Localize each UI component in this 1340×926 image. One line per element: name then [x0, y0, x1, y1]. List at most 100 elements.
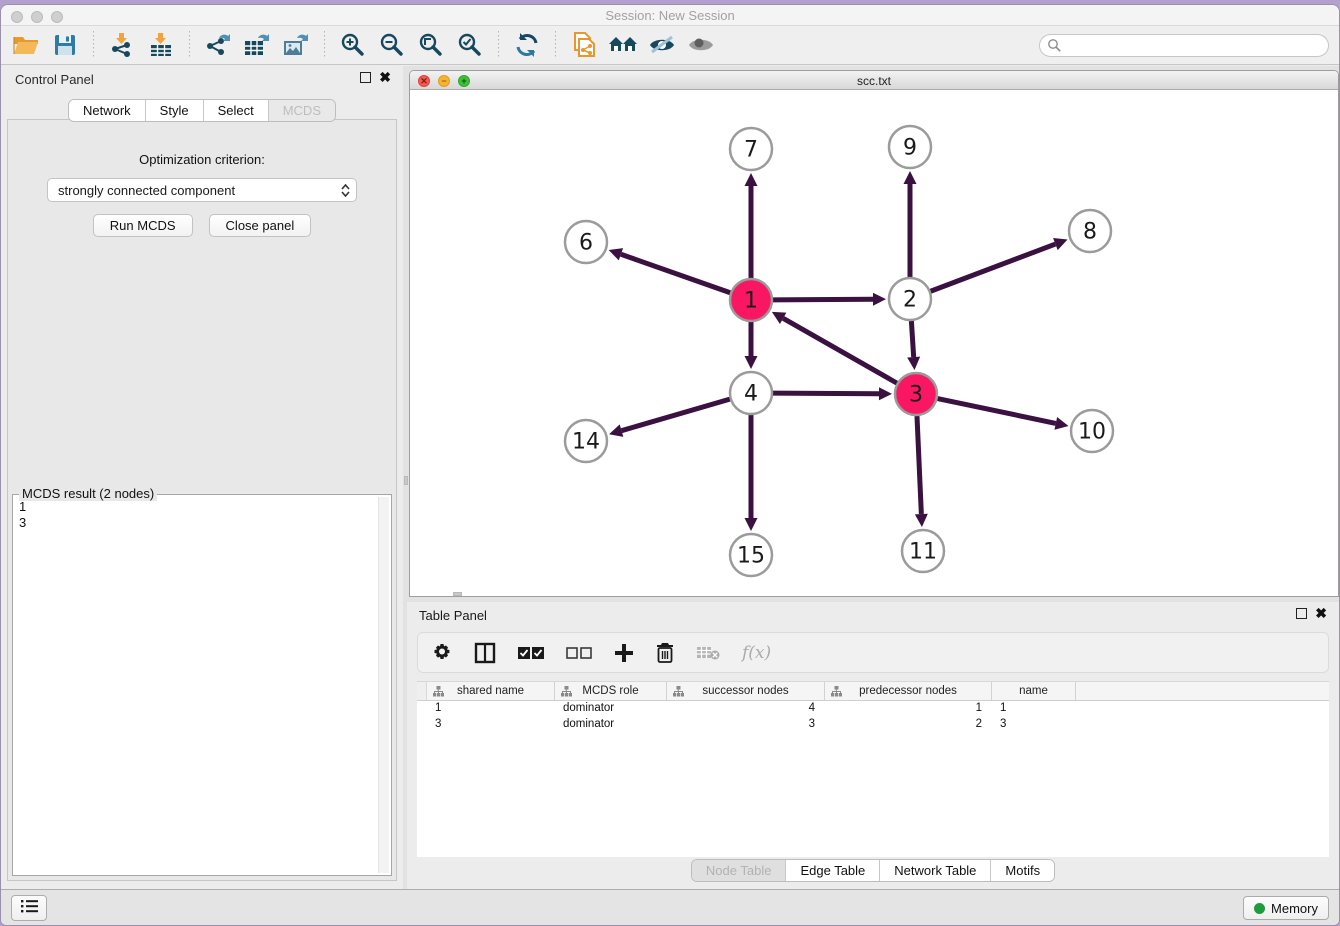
- hide-selected-icon[interactable]: [647, 31, 677, 59]
- search-input[interactable]: [1039, 34, 1329, 57]
- edge-1-4[interactable]: [745, 322, 758, 369]
- column-header-successor-nodes[interactable]: successor nodes: [667, 682, 825, 700]
- arrowhead-icon: [904, 171, 917, 184]
- show-columns-icon[interactable]: [474, 642, 496, 664]
- deselect-all-icon[interactable]: [566, 646, 592, 660]
- zoom-fit-icon[interactable]: [416, 31, 446, 59]
- graph-node-8[interactable]: 8: [1069, 210, 1111, 252]
- criterion-select[interactable]: strongly connected component: [47, 178, 357, 202]
- float-panel-icon[interactable]: [360, 72, 371, 83]
- table-cell-predecessor-nodes[interactable]: 2: [825, 717, 992, 733]
- graph-node-7[interactable]: 7: [730, 128, 772, 170]
- export-table-icon[interactable]: [242, 31, 272, 59]
- column-header-name[interactable]: name: [992, 682, 1076, 700]
- splitter-handle[interactable]: [404, 476, 408, 485]
- network-title: scc.txt: [410, 74, 1338, 88]
- mcds-result-list[interactable]: 1 3: [15, 497, 377, 873]
- edge-4-3[interactable]: [773, 387, 892, 400]
- graph-node-9[interactable]: 9: [889, 126, 931, 168]
- table-tab-motifs[interactable]: Motifs: [991, 860, 1054, 881]
- edge-2-3[interactable]: [907, 321, 920, 370]
- clone-network-icon[interactable]: [569, 31, 599, 59]
- table-tab-node-table[interactable]: Node Table: [692, 860, 787, 881]
- delete-rows-icon[interactable]: [656, 642, 674, 663]
- table-row-gutter: [417, 682, 427, 700]
- show-all-icon[interactable]: [686, 31, 716, 59]
- graph-node-2[interactable]: 2: [889, 278, 931, 320]
- edge-1-2[interactable]: [773, 293, 886, 306]
- apply-layout-icon[interactable]: [512, 31, 542, 59]
- table-tab-network-table[interactable]: Network Table: [880, 860, 991, 881]
- table-cell-mcds-role[interactable]: dominator: [555, 701, 667, 717]
- edge-3-1[interactable]: [772, 312, 897, 383]
- select-all-icon[interactable]: [518, 646, 544, 660]
- column-header-shared-name[interactable]: shared name: [427, 682, 555, 700]
- status-bar: Memory: [1, 889, 1339, 925]
- table-cell-mcds-role[interactable]: dominator: [555, 717, 667, 733]
- graph-node-1[interactable]: 1: [730, 279, 772, 321]
- tab-network[interactable]: Network: [69, 100, 146, 121]
- zoom-in-icon[interactable]: [338, 31, 368, 59]
- edge-3-10[interactable]: [938, 399, 1069, 430]
- table-row[interactable]: 3dominator323: [417, 717, 1329, 733]
- save-session-icon[interactable]: [50, 31, 80, 59]
- graph-node-4[interactable]: 4: [730, 372, 772, 414]
- column-header-mcds-role[interactable]: MCDS role: [555, 682, 667, 700]
- table-cell-predecessor-nodes[interactable]: 1: [825, 701, 992, 717]
- graph-node-3[interactable]: 3: [895, 373, 937, 415]
- svg-text:1: 1: [744, 289, 758, 314]
- task-history-button[interactable]: [11, 895, 47, 921]
- export-image-icon[interactable]: [281, 31, 311, 59]
- edge-1-7[interactable]: [745, 173, 758, 278]
- table-cell-shared-name[interactable]: 3: [427, 717, 555, 733]
- edge-2-8[interactable]: [931, 238, 1068, 291]
- graph-node-15[interactable]: 15: [730, 534, 772, 576]
- network-title-bar: ✕ − + scc.txt: [410, 71, 1338, 90]
- graph-node-10[interactable]: 10: [1071, 410, 1113, 452]
- memory-button[interactable]: Memory: [1243, 896, 1329, 920]
- float-table-panel-icon[interactable]: [1296, 608, 1307, 619]
- first-neighbors-icon[interactable]: [608, 31, 638, 59]
- table-cell-successor-nodes[interactable]: 3: [667, 717, 825, 733]
- export-network-icon[interactable]: [203, 31, 233, 59]
- settings-icon[interactable]: [432, 643, 452, 663]
- table-row[interactable]: 1dominator411: [417, 701, 1329, 717]
- graph-node-14[interactable]: 14: [565, 420, 607, 462]
- column-type-icon: [673, 686, 684, 700]
- toolbar-separator: [555, 31, 556, 59]
- arrowhead-icon: [915, 514, 928, 527]
- svg-text:4: 4: [744, 382, 758, 407]
- edge-2-9[interactable]: [904, 171, 917, 277]
- tab-style[interactable]: Style: [146, 100, 204, 121]
- add-row-icon[interactable]: [614, 643, 634, 663]
- horizontal-splitter-handle[interactable]: [453, 592, 462, 596]
- edge-4-15[interactable]: [745, 415, 758, 531]
- table-toolbar: f(x): [417, 632, 1329, 673]
- edge-1-6[interactable]: [609, 248, 731, 293]
- table-cell-successor-nodes[interactable]: 4: [667, 701, 825, 717]
- table-tab-edge-table[interactable]: Edge Table: [786, 860, 880, 881]
- close-panel-button[interactable]: Close panel: [209, 214, 312, 237]
- edge-3-11[interactable]: [915, 416, 928, 527]
- open-session-icon[interactable]: [11, 31, 41, 59]
- close-panel-icon[interactable]: ✖: [379, 72, 391, 83]
- zoom-out-icon[interactable]: [377, 31, 407, 59]
- close-table-panel-icon[interactable]: ✖: [1315, 608, 1327, 619]
- network-canvas-svg: 7 9 6 8 1 2 4 3 14 10 15 11: [410, 90, 1339, 596]
- toolbar-separator: [189, 31, 190, 59]
- table-cell-name[interactable]: 3: [992, 717, 1076, 733]
- edge-4-14[interactable]: [609, 399, 730, 437]
- run-mcds-button[interactable]: Run MCDS: [93, 214, 193, 237]
- graph-node-11[interactable]: 11: [902, 530, 944, 572]
- graph-node-6[interactable]: 6: [565, 221, 607, 263]
- tab-mcds[interactable]: MCDS: [269, 100, 335, 121]
- column-header-predecessor-nodes[interactable]: predecessor nodes: [825, 682, 992, 700]
- import-network-icon[interactable]: [107, 31, 137, 59]
- network-canvas[interactable]: 7 9 6 8 1 2 4 3 14 10 15 11: [410, 90, 1338, 596]
- table-cell-shared-name[interactable]: 1: [427, 701, 555, 717]
- import-table-icon[interactable]: [146, 31, 176, 59]
- tab-select[interactable]: Select: [204, 100, 269, 121]
- zoom-selected-icon[interactable]: [455, 31, 485, 59]
- result-scrollbar[interactable]: [378, 497, 389, 873]
- table-cell-name[interactable]: 1: [992, 701, 1076, 717]
